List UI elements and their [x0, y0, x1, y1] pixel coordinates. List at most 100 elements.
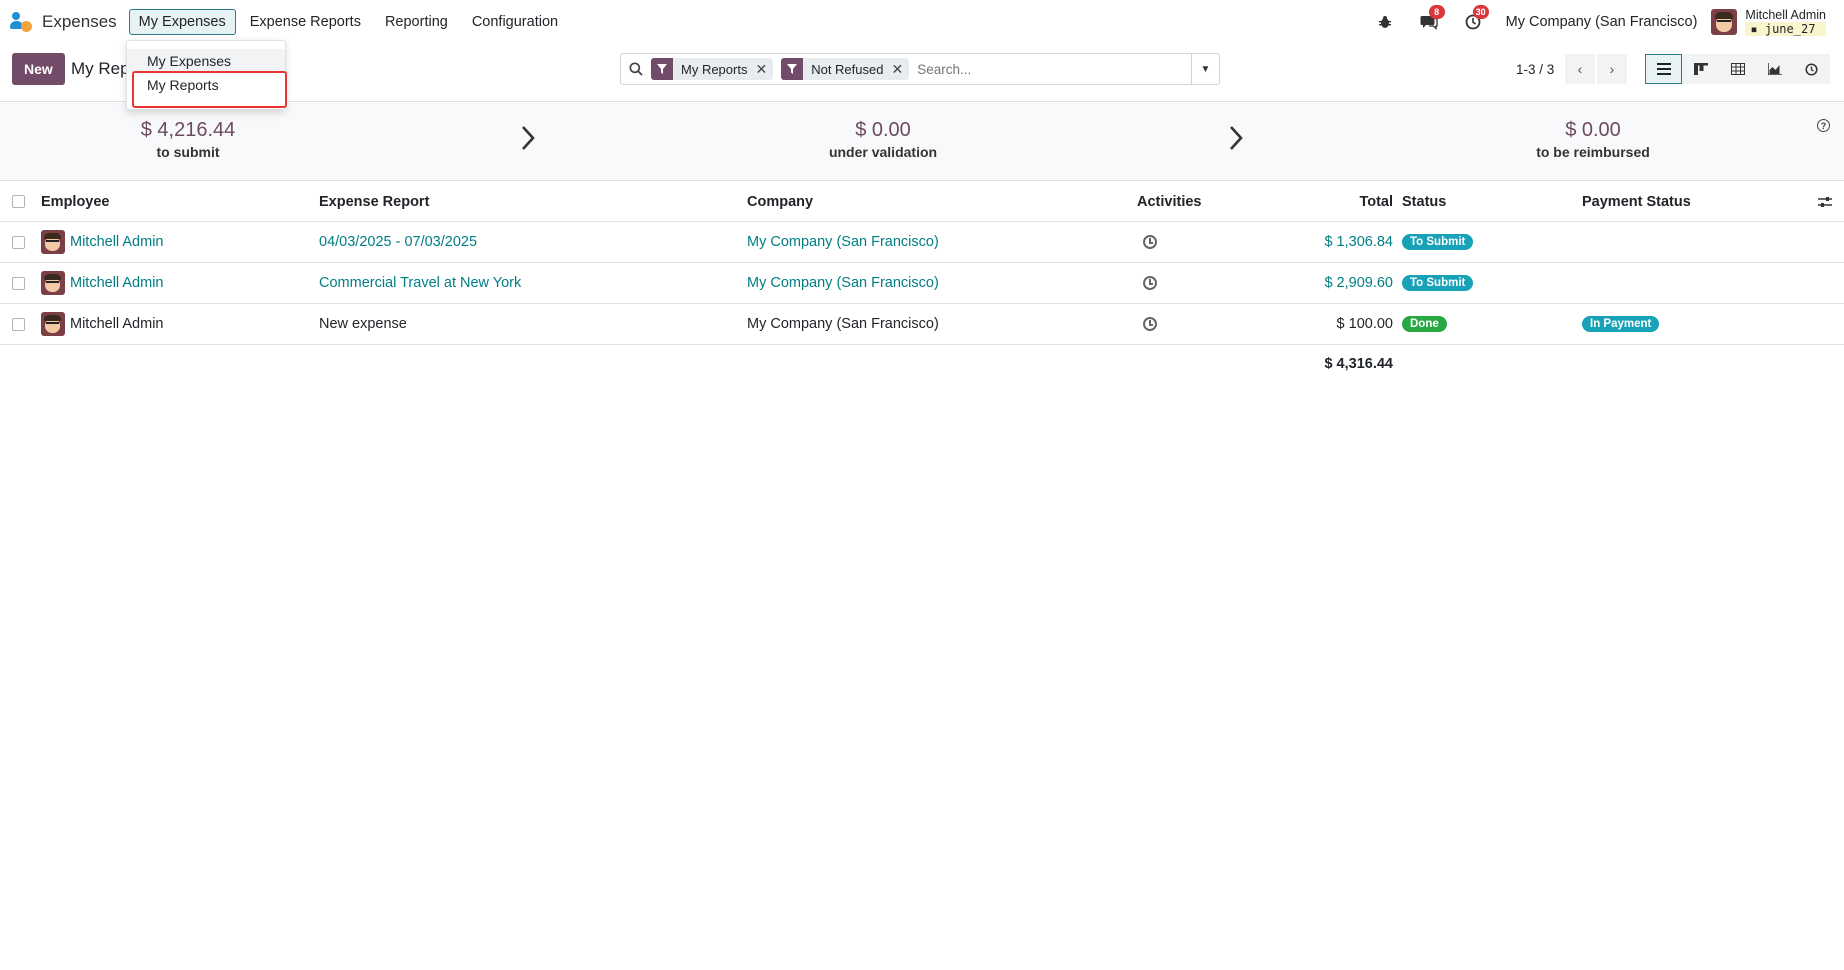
facet-my-reports: My Reports ✕: [651, 58, 774, 80]
pivot-view-icon[interactable]: [1719, 54, 1756, 84]
database-name: ▪ june_27: [1745, 22, 1826, 36]
stat-under-validation[interactable]: $ 0.00 under validation: [829, 119, 937, 160]
search-bar[interactable]: My Reports ✕ Not Refused ✕ ▼: [620, 53, 1220, 85]
chevron-right-icon[interactable]: ›: [1597, 54, 1627, 84]
expense-report-name[interactable]: Commercial Travel at New York: [319, 263, 521, 303]
top-navbar: Expenses My Expenses Expense Reports Rep…: [0, 0, 1844, 44]
page-title: My Rep: [71, 59, 130, 78]
search-input[interactable]: [917, 61, 1191, 77]
activity-clock-icon[interactable]: [1143, 317, 1157, 331]
list-view-icon[interactable]: [1645, 54, 1682, 84]
user-menu[interactable]: Mitchell Admin ▪ june_27: [1745, 8, 1826, 36]
header-payment-status[interactable]: Payment Status: [1582, 182, 1691, 221]
status-badge: To Submit: [1402, 234, 1474, 250]
main-menu: My Expenses Expense Reports Reporting Co…: [128, 8, 572, 35]
chevron-right-icon: [1230, 126, 1243, 150]
table-row[interactable]: Mitchell Admin New expense My Company (S…: [0, 304, 1844, 345]
stat-amount: $ 4,216.44: [140, 119, 236, 141]
activities-badge: 30: [1472, 5, 1489, 19]
header-status[interactable]: Status: [1402, 182, 1446, 221]
close-icon[interactable]: ✕: [755, 61, 773, 78]
facet-label: My Reports: [681, 61, 748, 77]
activity-clock-icon[interactable]: [1143, 276, 1157, 290]
help-icon[interactable]: ?: [1817, 119, 1830, 132]
row-checkbox[interactable]: [12, 235, 25, 249]
payment-status-badge: In Payment: [1582, 316, 1660, 332]
systray: 8 30 My Company (San Francisco) Mitchell…: [1374, 0, 1844, 44]
user-avatar[interactable]: [1711, 9, 1738, 35]
stat-label: under validation: [828, 144, 938, 160]
menu-reporting[interactable]: Reporting: [375, 9, 458, 35]
total-amount: $ 100.00: [1336, 316, 1393, 332]
close-icon[interactable]: ✕: [891, 61, 909, 78]
select-all-checkbox[interactable]: [12, 195, 25, 208]
messages-icon[interactable]: 8: [1418, 5, 1445, 33]
new-button[interactable]: New: [12, 53, 65, 85]
employee-avatar: [41, 271, 65, 295]
menu-expense-reports[interactable]: Expense Reports: [240, 9, 371, 35]
activity-clock-icon[interactable]: [1143, 235, 1157, 249]
app-name: Expenses: [42, 11, 117, 31]
header-company[interactable]: Company: [747, 182, 813, 221]
company-switcher[interactable]: My Company (San Francisco): [1506, 14, 1698, 30]
expense-report-name[interactable]: 04/03/2025 - 07/03/2025: [319, 222, 477, 262]
filter-icon: [781, 58, 804, 80]
facet-label: Not Refused: [811, 61, 884, 77]
highlight-box: [132, 71, 287, 108]
app-brand[interactable]: Expenses: [10, 0, 117, 44]
kanban-view-icon[interactable]: [1682, 54, 1719, 84]
filter-icon: [651, 58, 673, 80]
table-row[interactable]: Mitchell Admin Commercial Travel at New …: [0, 263, 1844, 304]
graph-view-icon[interactable]: [1756, 54, 1793, 84]
company-link[interactable]: My Company (San Francisco): [747, 263, 939, 303]
status-badge: To Submit: [1402, 275, 1474, 291]
employee-cell[interactable]: Mitchell Admin: [41, 263, 163, 303]
view-switcher: [1645, 54, 1830, 84]
activities-clock-icon[interactable]: 30: [1462, 5, 1489, 33]
menu-my-expenses[interactable]: My Expenses: [128, 8, 236, 35]
header-total[interactable]: Total: [1250, 182, 1393, 221]
pager-buttons: ‹ ›: [1565, 54, 1629, 84]
stat-to-be-reimbursed[interactable]: $ 0.00 to be reimbursed: [1536, 119, 1650, 160]
column-settings-icon[interactable]: [1818, 182, 1832, 221]
row-checkbox[interactable]: [12, 317, 25, 331]
chevron-left-icon[interactable]: ‹: [1565, 54, 1595, 84]
table-header: Employee Expense Report Company Activiti…: [0, 182, 1844, 222]
employee-name: Mitchell Admin: [70, 316, 164, 332]
expenses-app-icon: [10, 11, 32, 33]
search-icon: [621, 62, 651, 76]
employee-cell[interactable]: Mitchell Admin: [41, 222, 163, 262]
user-name: Mitchell Admin: [1745, 8, 1826, 22]
header-activities[interactable]: Activities: [1137, 182, 1201, 221]
row-checkbox[interactable]: [12, 276, 25, 290]
stat-label: to be reimbursed: [1536, 144, 1650, 160]
stat-amount: $ 0.00: [1565, 119, 1621, 141]
stat-to-submit[interactable]: $ 4,216.44 to submit: [141, 119, 236, 160]
expense-reports-table: Employee Expense Report Company Activiti…: [0, 182, 1844, 383]
company-link[interactable]: My Company (San Francisco): [747, 222, 939, 262]
employee-avatar: [41, 230, 65, 254]
employee-name[interactable]: Mitchell Admin: [70, 234, 163, 250]
stat-label: to submit: [156, 144, 220, 160]
grand-total: $ 4,316.44: [1324, 356, 1393, 372]
activity-view-icon[interactable]: [1793, 54, 1830, 84]
caret-down-icon[interactable]: ▼: [1191, 54, 1219, 84]
employee-name[interactable]: Mitchell Admin: [70, 275, 163, 291]
table-row[interactable]: Mitchell Admin 04/03/2025 - 07/03/2025 M…: [0, 222, 1844, 263]
company-name: My Company (San Francisco): [747, 316, 939, 332]
table-footer-total: $ 4,316.44: [0, 345, 1844, 383]
employee-cell[interactable]: Mitchell Admin: [41, 304, 163, 344]
bug-icon[interactable]: [1374, 11, 1396, 33]
pager-value[interactable]: 1-3 / 3: [1516, 62, 1554, 77]
header-employee[interactable]: Employee: [41, 182, 110, 221]
facet-not-refused: Not Refused ✕: [781, 58, 910, 80]
total-amount: $ 2,909.60: [1324, 275, 1393, 291]
header-expense-report[interactable]: Expense Report: [319, 182, 429, 221]
total-amount: $ 1,306.84: [1324, 234, 1393, 250]
dropdown-item-my-expenses[interactable]: My Expenses: [127, 49, 285, 73]
chevron-right-icon: [522, 126, 535, 150]
expense-report-name: New expense: [319, 316, 407, 332]
expense-summary: $ 4,216.44 to submit $ 0.00 under valida…: [0, 103, 1844, 181]
employee-avatar: [41, 312, 65, 336]
menu-configuration[interactable]: Configuration: [462, 9, 568, 35]
